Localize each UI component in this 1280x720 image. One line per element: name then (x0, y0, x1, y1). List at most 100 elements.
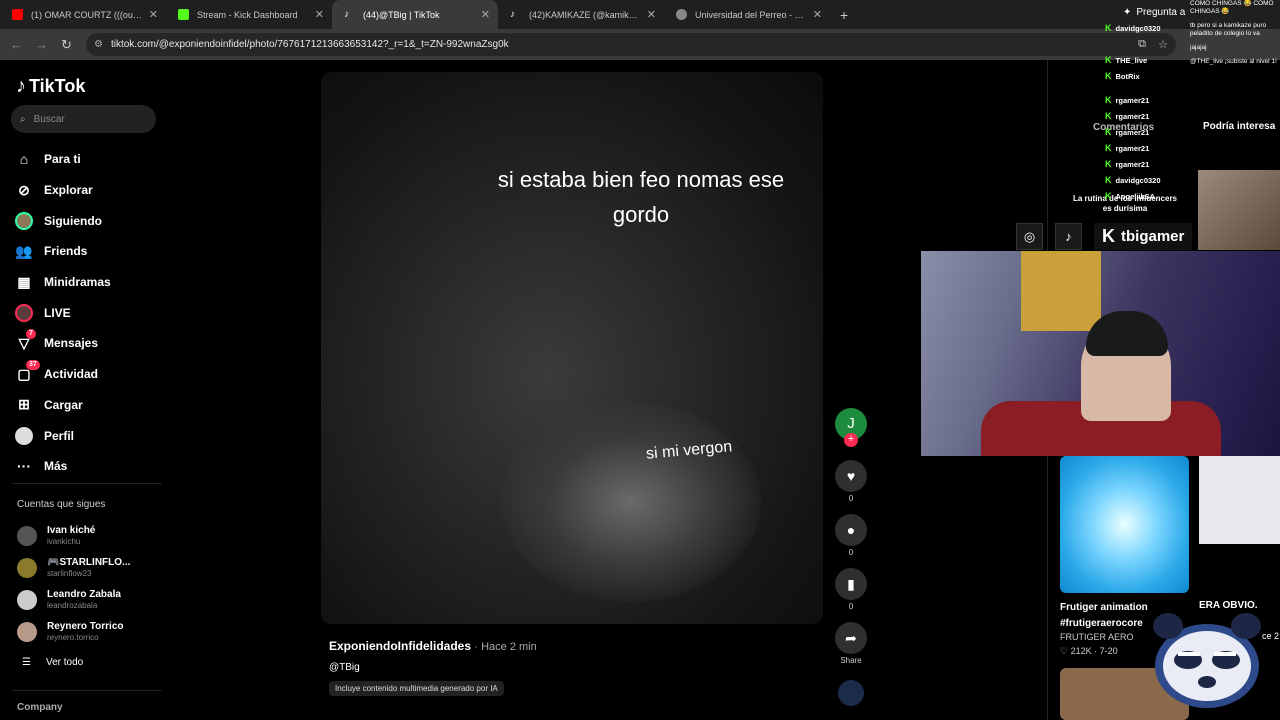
webcam-overlay (921, 251, 1280, 456)
menu-label: Perfil (44, 428, 75, 443)
reload-icon[interactable]: ↻ (54, 37, 79, 53)
sidebar-item-mas[interactable]: ··· Más (14, 451, 111, 482)
post-author[interactable]: ExponiendoInfidelidades (329, 639, 471, 653)
company-link[interactable]: Company (17, 702, 63, 713)
comment-button[interactable]: ● (835, 514, 867, 546)
address-bar: ← → ↻ ⚙ tiktok.com/@exponiendoinfidel/ph… (0, 29, 1280, 60)
sidebar-item-mensajes[interactable]: ▽ 7 Mensajes (14, 328, 111, 359)
film-icon: ▦ (17, 273, 31, 290)
following-account[interactable]: Reynero Torrico reynero.torrico (17, 621, 124, 643)
sound-disc[interactable] (838, 680, 864, 706)
follow-plus-icon[interactable]: + (844, 433, 858, 447)
suggestion-thumbnail[interactable] (1199, 456, 1280, 544)
tiktok-icon: ♪ (1055, 223, 1082, 250)
activity-badge: 37 (26, 359, 40, 370)
browser-tab-bar: (1) OMAR COURTZ (((ousi))) - Y ✕ Stream … (0, 0, 1280, 29)
search-input[interactable]: ⌕ Buscar (11, 105, 156, 133)
chat-user: davidgc0320 (1115, 175, 1161, 185)
search-placeholder: Buscar (33, 113, 65, 125)
chat-user: rgamer21 (1115, 95, 1150, 105)
site-info-icon[interactable]: ⚙ (94, 39, 103, 50)
browser-tab[interactable]: (1) OMAR COURTZ (((ousi))) - Y ✕ (0, 0, 166, 29)
sidebar-item-para-ti[interactable]: ⌂ Para ti (14, 144, 111, 175)
friends-icon: 👥 (15, 242, 33, 259)
sidebar-item-minidramas[interactable]: ▦ Minidramas (14, 267, 110, 298)
account-user: reynero.torrico (47, 633, 99, 642)
back-icon[interactable]: ← (4, 37, 29, 52)
browser-tab[interactable]: Stream - Kick Dashboard ✕ (166, 0, 332, 29)
recommended-tab[interactable]: Podría interesa (1203, 121, 1275, 132)
tiktok-logo[interactable]: ♪ TikTok (16, 75, 85, 98)
list-icon: ☰ (22, 657, 31, 668)
url-field[interactable]: ⚙ tiktok.com/@exponiendoinfidel/photo/76… (86, 33, 1176, 56)
sidebar-item-siguiendo[interactable]: Siguiendo (14, 205, 111, 236)
streamer-badge: Ktbigamer (1094, 223, 1193, 250)
sidebar-item-perfil[interactable]: Perfil (14, 420, 111, 451)
like-button[interactable]: ♥ (835, 460, 867, 492)
sidebar-item-friends[interactable]: 👥 Friends (14, 236, 111, 267)
chat-row: K AngeliikSA (1105, 188, 1161, 204)
chat-row: Krgamer21 (1105, 124, 1161, 140)
menu-label: Mensajes (44, 336, 99, 351)
browser-tab[interactable]: Universidad del Perreo - Cayey ✕ (664, 0, 830, 29)
menu-label: LIVE (44, 305, 71, 320)
heart-icon: ♥ (846, 468, 856, 484)
browser-tab-active[interactable]: ♪ (44)@TBig | TikTok ✕ (332, 0, 498, 29)
menu-label: Actividad (44, 367, 99, 382)
streamer-name: tbigamer (1121, 228, 1185, 245)
tiktok-note-icon: ♪ (16, 75, 26, 97)
post-mention[interactable]: @TBig (329, 662, 537, 673)
post-photo[interactable]: si estaba bien feo nomas ese gordo si mi… (321, 72, 823, 624)
kick-icon: K (1105, 191, 1112, 201)
save-button[interactable]: ▮ (835, 568, 867, 600)
following-account[interactable]: Leandro Zabala leandrozabala (17, 589, 121, 611)
kick-icon (178, 9, 189, 20)
sidebar-item-live[interactable]: LIVE (14, 297, 111, 328)
see-all-label: Ver todo (45, 657, 84, 668)
close-icon[interactable]: ✕ (647, 8, 656, 21)
account-user: ivankichu (47, 537, 81, 546)
instagram-icon: ◎ (1016, 223, 1043, 250)
share-button[interactable]: ➦ (835, 622, 867, 654)
menu-label: Friends (44, 244, 88, 259)
divider (12, 690, 162, 691)
creator-avatar[interactable]: J + (835, 408, 867, 447)
divider (12, 483, 162, 484)
chat-row: K THE_live (1105, 52, 1161, 68)
tab-title: (44)@TBig | TikTok (363, 9, 440, 20)
youtube-icon (12, 9, 23, 20)
close-icon[interactable]: ✕ (481, 8, 490, 21)
sidebar-item-cargar[interactable]: ⊞ Cargar (14, 390, 111, 421)
chat-message: @THE_live ¡subiste al nivel 1! (1190, 58, 1277, 65)
following-account[interactable]: 🎮STARLINFLO... starlinflow23 (17, 557, 130, 579)
kick-icon: K (1105, 175, 1112, 185)
compass-icon: ⊘ (18, 181, 30, 198)
browser-tab[interactable]: ♪ (42)KAMIKAZE (@kamikaze__ev ✕ (498, 0, 664, 29)
suggestion-author[interactable]: FRUTIGER AERO (1060, 632, 1134, 642)
chat-row: Krgamer21 (1105, 156, 1161, 172)
following-avatar (14, 211, 34, 231)
ask-gemini-button[interactable]: ✦ Pregunta a (1123, 7, 1185, 18)
tab-title: (1) OMAR COURTZ (((ousi))) - Y (31, 9, 143, 20)
new-tab-button[interactable]: + (830, 7, 858, 23)
account-name: Reynero Torrico (47, 621, 124, 632)
see-all-button[interactable]: ☰ Ver todo (22, 657, 83, 668)
kick-icon: K (1105, 71, 1112, 81)
sidebar-item-explorar[interactable]: ⊘ Explorar (14, 175, 111, 206)
chat-row: K BotRix (1105, 68, 1161, 84)
phone-glow (501, 402, 761, 602)
forward-icon[interactable]: → (29, 37, 54, 52)
sidebar-item-actividad[interactable]: ▢ 37 Actividad (14, 359, 111, 390)
close-icon[interactable]: ✕ (315, 8, 324, 21)
menu-label: Siguiendo (44, 213, 102, 228)
close-icon[interactable]: ✕ (149, 8, 158, 21)
close-icon[interactable]: ✕ (813, 8, 822, 21)
recommended-thumbnail[interactable] (1198, 170, 1280, 250)
tab-title: Stream - Kick Dashboard (197, 9, 298, 20)
following-account[interactable]: Ivan kiché ivankichu (17, 525, 95, 547)
suggestion-thumbnail[interactable] (1060, 456, 1189, 593)
save-count: 0 (848, 602, 854, 611)
live-icon (14, 303, 34, 323)
like-count: 0 (848, 494, 854, 503)
menu-label: Explorar (44, 183, 93, 198)
